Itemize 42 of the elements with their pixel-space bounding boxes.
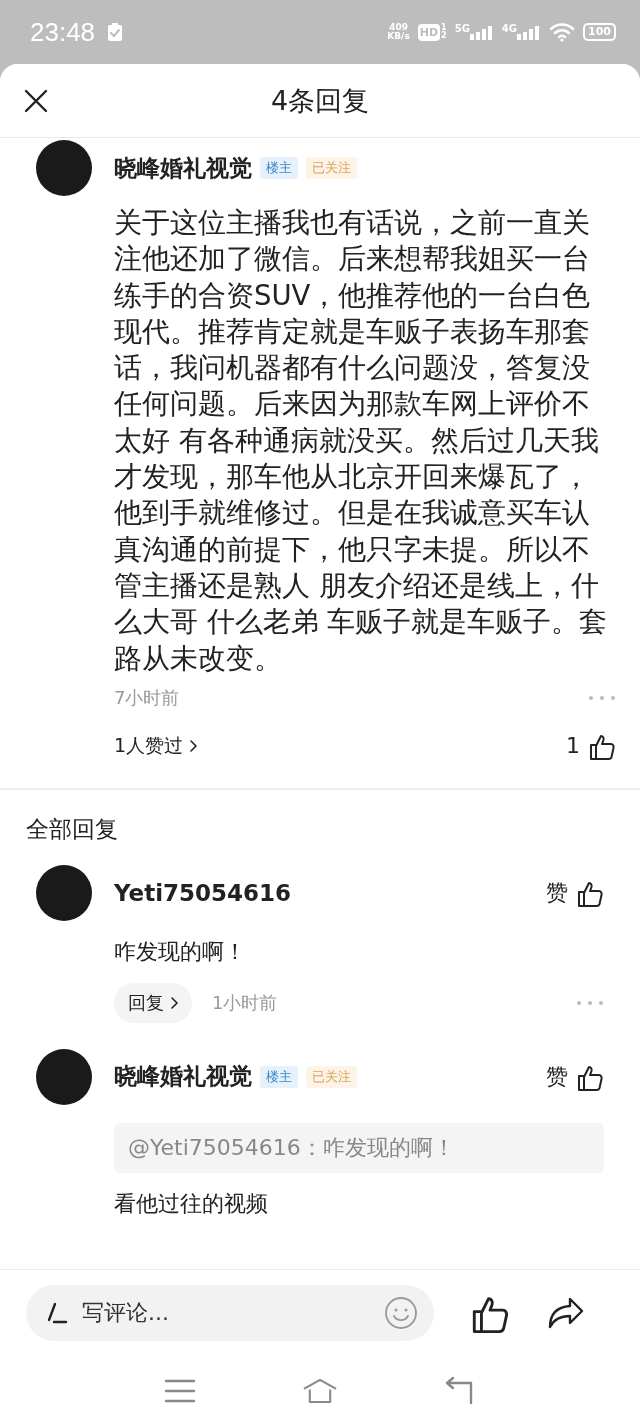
like-label: 赞	[546, 1062, 568, 1091]
sheet-title: 4条回复	[270, 83, 370, 118]
signal-icon	[469, 24, 494, 40]
signal-icon	[517, 24, 542, 40]
reply-button[interactable]: 回复	[114, 982, 192, 1023]
wifi-icon	[549, 22, 576, 42]
timestamp: 7小时前	[114, 685, 180, 710]
sim-number: 1	[441, 24, 447, 32]
owner-badge: 楼主	[260, 1065, 298, 1088]
likers-link[interactable]: 1人赞过	[114, 732, 184, 759]
like-label: 赞	[546, 878, 568, 907]
pen-icon	[46, 1301, 68, 1324]
emoji-icon[interactable]	[384, 1295, 418, 1330]
author-name[interactable]: Yeti75054616	[114, 879, 292, 906]
timestamp: 1小时前	[212, 990, 278, 1015]
sim-number: 2	[441, 32, 447, 40]
network-type: 5G	[454, 24, 470, 34]
chevron-icon	[189, 739, 198, 752]
like-count: 1	[566, 733, 580, 759]
reply-text: 咋发现的啊！	[114, 937, 247, 966]
network-speed: KB/s	[387, 32, 410, 41]
following-badge: 已关注	[306, 157, 357, 179]
clipboard-icon	[107, 22, 124, 42]
following-badge: 已关注	[306, 1065, 357, 1088]
reply-text: 看他过往的视频	[114, 1189, 269, 1218]
quoted-reply: @Yeti75054616：咋发现的啊！	[114, 1122, 604, 1173]
comment-text: 关于这位主播我也有话说，之前一直关注他还加了微信。后来想帮我姐买一台练手的合资SUV，他推荐他的一台白色现代。推荐肯定就是车贩子表扬车那套话，我问机器都有什么问题没，答复没任何问题。后来因为那款车网上评价不太好 有各种通病就没买。然后过几天我才发现，那车他从北京开回来爆瓦了，他到手就维修过。但是在我诚意买车认真沟通的前提下，他只字未提。所以不管主播还是熟人 朋友介绍还是线上，什么大哥 什么老弟 车贩子就是车贩子。套路从未改变。	[114, 205, 609, 676]
owner-badge: 楼主	[260, 157, 298, 179]
author-name[interactable]: 晓峰婚礼视觉	[114, 1061, 252, 1093]
battery-level: 100	[583, 23, 616, 41]
status-time: 23:48	[30, 16, 96, 48]
hd-indicator: HD	[417, 23, 441, 41]
chevron-icon	[170, 996, 178, 1009]
network-type: 4G	[501, 24, 518, 34]
avatar[interactable]	[36, 140, 92, 196]
close-icon[interactable]	[24, 89, 48, 113]
comment-field[interactable]: 写评论...	[80, 1299, 384, 1326]
network-speed: 409	[389, 23, 408, 32]
section-title: 全部回复	[25, 814, 119, 844]
author-name[interactable]: 晓峰婚礼视觉	[114, 152, 252, 184]
home-icon[interactable]	[303, 1376, 337, 1406]
comment-box[interactable]: 写评论...	[26, 1284, 434, 1341]
